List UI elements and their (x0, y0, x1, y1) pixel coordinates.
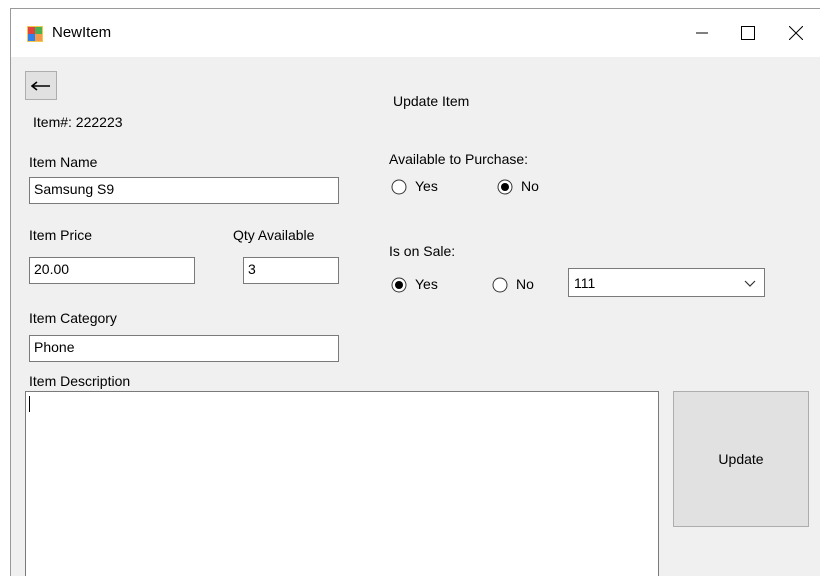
window-title: NewItem (52, 24, 112, 41)
on-sale-yes-label[interactable]: Yes (415, 276, 438, 292)
back-button[interactable] (25, 71, 57, 100)
on-sale-yes-radio[interactable] (391, 277, 407, 293)
available-no-label[interactable]: No (521, 178, 539, 194)
qty-available-label: Qty Available (233, 227, 315, 243)
update-item-header: Update Item (393, 93, 470, 109)
minimize-icon (696, 32, 708, 34)
sale-combobox-value: 111 (574, 275, 596, 291)
text-caret (29, 396, 30, 412)
item-category-label: Item Category (29, 310, 117, 326)
item-name-label: Item Name (29, 154, 98, 170)
available-yes-label[interactable]: Yes (415, 178, 438, 194)
minimize-button[interactable] (679, 9, 725, 57)
available-no-radio[interactable] (497, 179, 513, 195)
item-number-label: Item#: 222223 (33, 114, 123, 130)
close-icon (789, 26, 803, 40)
sale-combobox[interactable]: 111 (568, 268, 765, 297)
item-description-textarea[interactable] (25, 391, 659, 576)
close-button[interactable] (773, 9, 819, 57)
qty-available-input[interactable]: 3 (243, 257, 339, 284)
on-sale-no-label[interactable]: No (516, 276, 534, 292)
title-bar[interactable]: NewItem (11, 9, 820, 57)
item-name-input[interactable]: Samsung S9 (29, 177, 339, 204)
item-category-input[interactable]: Phone (29, 335, 339, 362)
app-icon (27, 26, 43, 42)
window: NewItem Item#: 222223 Update Item Item N… (10, 8, 820, 576)
on-sale-no-radio[interactable] (492, 277, 508, 293)
available-yes-radio[interactable] (391, 179, 407, 195)
maximize-button[interactable] (725, 9, 771, 57)
back-arrow-icon (31, 80, 50, 91)
update-button[interactable]: Update (673, 391, 809, 527)
is-on-sale-label: Is on Sale: (389, 243, 456, 259)
item-description-label: Item Description (29, 373, 131, 389)
form-client-area: Item#: 222223 Update Item Item Name Sams… (11, 57, 820, 576)
maximize-icon (741, 26, 755, 40)
available-to-purchase-label: Available to Purchase: (389, 151, 529, 167)
chevron-down-icon[interactable] (744, 277, 756, 289)
item-price-input[interactable]: 20.00 (29, 257, 195, 284)
item-price-label: Item Price (29, 227, 93, 243)
